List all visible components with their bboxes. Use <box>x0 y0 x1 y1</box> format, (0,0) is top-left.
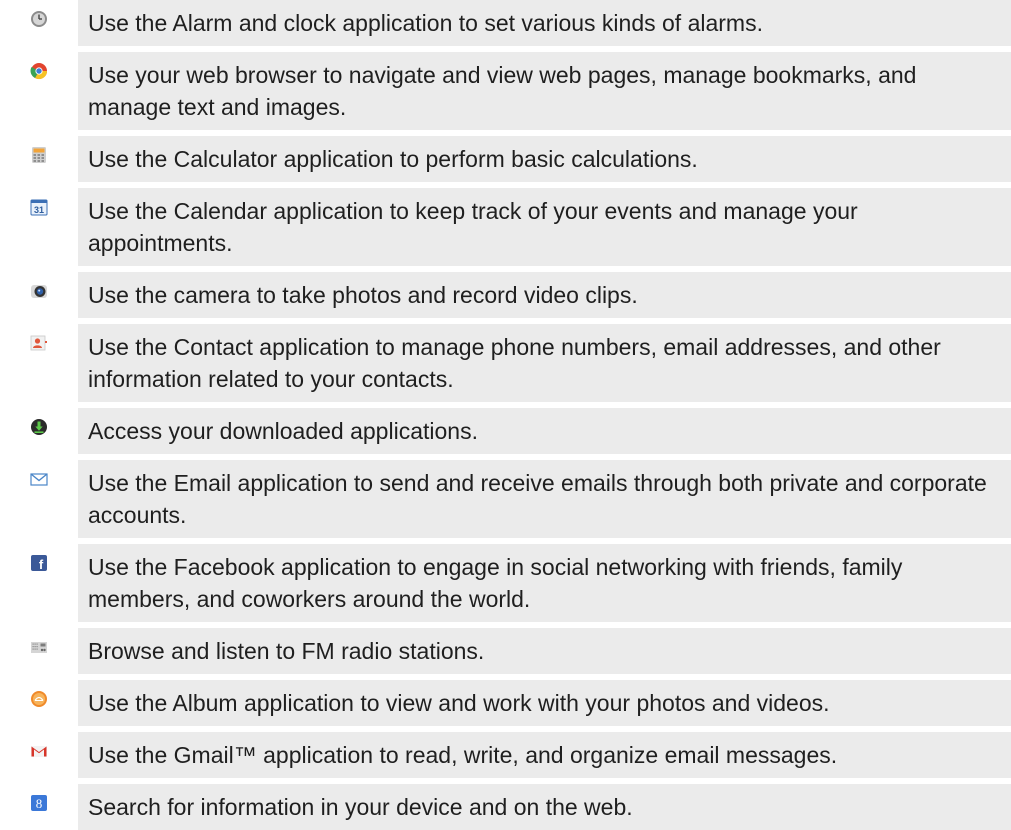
list-item: Use the camera to take photos and record… <box>0 272 1011 318</box>
facebook-icon: f <box>31 555 47 572</box>
list-item-text: Use your web browser to navigate and vie… <box>78 52 1011 130</box>
svg-text:31: 31 <box>34 205 44 215</box>
download-icon <box>31 419 47 435</box>
album-icon <box>31 691 47 707</box>
google-search-icon: 8 <box>31 795 47 811</box>
list-item-text: Use the camera to take photos and record… <box>78 272 1011 318</box>
list-item: Access your downloaded applications. <box>0 408 1011 454</box>
camera-icon <box>31 285 47 298</box>
list-item: 8 Search for information in your device … <box>0 784 1011 830</box>
contacts-icon <box>30 335 47 351</box>
list-item-text: Search for information in your device an… <box>78 784 1011 830</box>
list-item-text: Use the Calendar application to keep tra… <box>78 188 1011 266</box>
list-item-text: Use the Calculator application to perfor… <box>78 136 1011 182</box>
list-item-text: Access your downloaded applications. <box>78 408 1011 454</box>
list-item: Use the Email application to send and re… <box>0 460 1011 538</box>
calculator-icon <box>32 147 46 163</box>
list-item: 31 Use the Calendar application to keep … <box>0 188 1011 266</box>
calendar-icon: 31 <box>30 199 48 216</box>
list-item-text: Use the Facebook application to engage i… <box>78 544 1011 622</box>
app-list: Use the Alarm and clock application to s… <box>0 0 1011 830</box>
alarm-clock-icon <box>31 11 47 27</box>
list-item-text: Use the Alarm and clock application to s… <box>78 0 1011 46</box>
gmail-icon <box>31 746 47 757</box>
svg-text:f: f <box>39 557 44 572</box>
list-item: Browse and listen to FM radio stations. <box>0 628 1011 674</box>
web-browser-icon <box>30 63 48 80</box>
list-item-text: Browse and listen to FM radio stations. <box>78 628 1011 674</box>
list-item-text: Use the Album application to view and wo… <box>78 680 1011 726</box>
list-item-text: Use the Email application to send and re… <box>78 460 1011 538</box>
list-item: Use the Gmail™ application to read, writ… <box>0 732 1011 778</box>
fm-radio-icon <box>31 642 47 653</box>
list-item: Use the Contact application to manage ph… <box>0 324 1011 402</box>
list-item: Use the Calculator application to perfor… <box>0 136 1011 182</box>
svg-text:8: 8 <box>36 796 43 811</box>
list-item: Use the Alarm and clock application to s… <box>0 0 1011 46</box>
list-item: f Use the Facebook application to engage… <box>0 544 1011 622</box>
list-item-text: Use the Contact application to manage ph… <box>78 324 1011 402</box>
email-icon <box>30 473 48 486</box>
list-item-text: Use the Gmail™ application to read, writ… <box>78 732 1011 778</box>
list-item: Use your web browser to navigate and vie… <box>0 52 1011 130</box>
list-item: Use the Album application to view and wo… <box>0 680 1011 726</box>
